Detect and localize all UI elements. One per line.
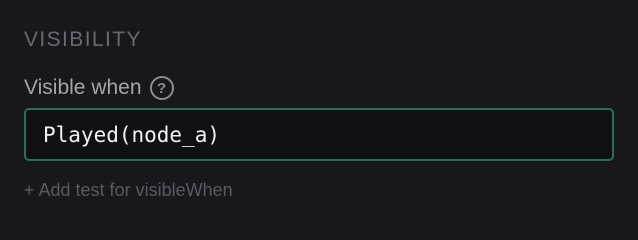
- visible-when-field[interactable]: [24, 108, 614, 161]
- help-circle-icon[interactable]: ?: [149, 76, 174, 100]
- visible-when-input[interactable]: [43, 122, 595, 147]
- section-title: VISIBILITY: [24, 28, 142, 51]
- visible-when-label: Visible when: [24, 76, 142, 99]
- visible-when-label-row: Visible when ?: [24, 74, 174, 102]
- visibility-panel: VISIBILITY Visible when ? + Add test for…: [0, 0, 638, 236]
- add-test-link[interactable]: + Add test for visibleWhen: [24, 178, 233, 202]
